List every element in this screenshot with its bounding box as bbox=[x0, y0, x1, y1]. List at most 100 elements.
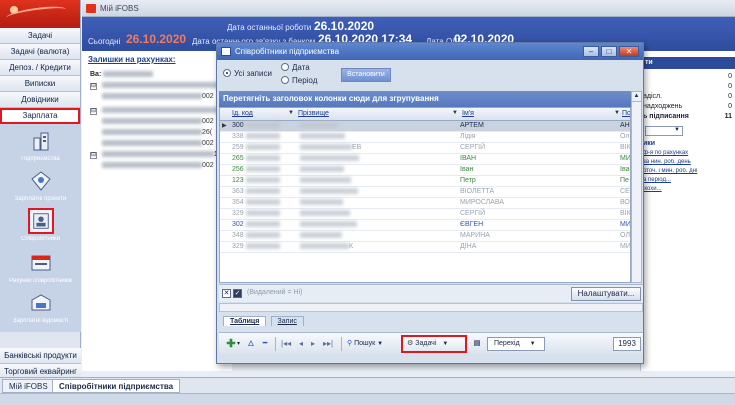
accounts-row[interactable]: 002 bbox=[102, 118, 214, 125]
taskbar-tab-my-ifobs[interactable]: Мій iFOBS bbox=[2, 379, 55, 393]
radio-period[interactable]: Період bbox=[281, 76, 317, 85]
table-row[interactable]: ▶ 300 АРТЕМ АН bbox=[220, 121, 630, 132]
accounts-row[interactable]: 002 bbox=[102, 162, 214, 169]
tree-expander[interactable]: ⊟ bbox=[90, 83, 97, 90]
maximize-button[interactable]: □ bbox=[601, 46, 617, 57]
report-link[interactable]: оточ. і мин. роб. дні bbox=[643, 168, 733, 174]
tab-record[interactable]: Запис bbox=[270, 316, 304, 326]
scroll-up-icon[interactable]: ▲ bbox=[632, 92, 641, 102]
table-row[interactable]: 265 ІВАН МИ bbox=[220, 154, 630, 165]
clear-filter-icon[interactable]: ✕ bbox=[222, 289, 231, 298]
report-link[interactable]: а період... bbox=[643, 177, 733, 183]
sort-arrow-icon[interactable]: ▼ bbox=[614, 110, 620, 116]
status-bar bbox=[0, 393, 735, 405]
module-label: Рахунки співробітників bbox=[9, 278, 72, 284]
accounts-row[interactable]: ⊟ 1 bbox=[90, 151, 218, 159]
grid-rows: ▶ 300 АРТЕМ АН 338 Лідія Ол 259 ЕВ СЕРГІЙ ВІК 265 ІВ… bbox=[220, 121, 630, 253]
sidebar-item-directories[interactable]: Довідники bbox=[0, 92, 80, 108]
filter-enabled-checkbox[interactable]: ✓ bbox=[233, 289, 242, 298]
tree-expander[interactable]: ⊟ bbox=[90, 108, 97, 115]
taskbar-tab-employees[interactable]: Співробітники підприємства bbox=[52, 379, 181, 393]
table-row[interactable]: 329 СЕРГІЙ ВІК bbox=[220, 209, 630, 220]
cell-id: 300 bbox=[232, 122, 280, 129]
table-row[interactable]: 363 ВІОЛЕТТА СЕ bbox=[220, 187, 630, 198]
sidebar-item-deposits-credits[interactable]: Депоз. / Кредити bbox=[0, 60, 80, 76]
module-salary-statements[interactable]: Зарплатні відомості bbox=[0, 292, 81, 324]
accounts-row[interactable]: 26( bbox=[102, 129, 212, 136]
accounts-panel: Залишки на рахунках: Ва: ⊟ 002 ⊟ 002 26(… bbox=[82, 51, 232, 371]
cell-surname bbox=[300, 210, 350, 217]
tasks-button[interactable]: ⚙ Задачі ▼ bbox=[401, 335, 467, 353]
account-number: 26( bbox=[202, 129, 213, 136]
cell-name: МАРИНА bbox=[460, 232, 490, 239]
sidebar-item-salary[interactable]: Зарплата bbox=[0, 108, 80, 124]
first-record-icon[interactable]: |◂◂ bbox=[281, 337, 291, 351]
group-by-area[interactable]: Перетягніть заголовок колонки сюди для з… bbox=[219, 91, 631, 107]
sidebar-item-statements[interactable]: Виписки bbox=[0, 76, 80, 92]
sidebar-item-tasks[interactable]: Задачі bbox=[0, 28, 80, 44]
chevron-down-icon: ▼ bbox=[529, 341, 536, 347]
module-employee-accounts[interactable]: Рахунки співробітників bbox=[0, 252, 81, 284]
table-row[interactable]: 259 ЕВ СЕРГІЙ ВІК bbox=[220, 143, 630, 154]
tree-expander[interactable]: ⊟ bbox=[90, 152, 97, 159]
module-salary-projects[interactable]: Зарплатні проекти bbox=[0, 170, 81, 202]
next-record-icon[interactable]: ▸ bbox=[311, 337, 315, 351]
close-button[interactable]: ✕ bbox=[619, 46, 639, 57]
grid-vertical-scrollbar[interactable]: ▲ bbox=[631, 91, 642, 283]
sidebar-item-bank-products[interactable]: Банківські продукти bbox=[0, 348, 81, 364]
delete-icon[interactable]: ━ bbox=[259, 337, 271, 351]
sidebar-item-tasks-currency[interactable]: Задачі (валюта) bbox=[0, 44, 80, 60]
module-employees[interactable]: Співробітники bbox=[0, 208, 81, 242]
column-header-patronymic[interactable]: По bbox=[622, 110, 630, 117]
table-row[interactable]: 123 Петр Пе bbox=[220, 176, 630, 187]
summary-select[interactable]: ▼ bbox=[645, 126, 683, 136]
accounts-title[interactable]: Залишки на рахунках: bbox=[88, 55, 176, 64]
search-button[interactable]: ⚲ Пошук ▼ bbox=[347, 337, 383, 351]
column-header-id[interactable]: Ід. код bbox=[232, 110, 253, 117]
radio-all-records[interactable]: Усі записи bbox=[223, 69, 272, 78]
accounts-row[interactable]: ⊟ bbox=[90, 82, 222, 90]
sort-arrow-icon[interactable]: ▼ bbox=[288, 110, 294, 116]
prev-record-icon[interactable]: ◂ bbox=[299, 337, 303, 351]
today-date: 26.10.2020 bbox=[126, 32, 187, 46]
window-title: Мій iFOBS bbox=[100, 4, 139, 13]
grid-horizontal-scrollbar[interactable] bbox=[219, 303, 643, 312]
radio-date[interactable]: Дата bbox=[281, 63, 310, 72]
report-link[interactable]: за нин. роб. день bbox=[643, 159, 733, 165]
cell-surname bbox=[300, 188, 358, 195]
module-enterprises[interactable]: Підприємства bbox=[0, 130, 81, 162]
settings-button[interactable]: Налаштувати... bbox=[571, 287, 641, 301]
radio-icon bbox=[281, 63, 289, 71]
table-row[interactable]: 354 МИРОСЛАВА ВО bbox=[220, 198, 630, 209]
table-row[interactable]: 256 Іван Іва bbox=[220, 165, 630, 176]
add-icon[interactable]: ✚ bbox=[225, 337, 237, 351]
cell-id: 363 bbox=[232, 188, 280, 195]
report-link[interactable]: ф-я по рахунках bbox=[643, 150, 733, 156]
tab-table[interactable]: Таблиця bbox=[223, 316, 267, 326]
sort-arrow-icon[interactable]: ▼ bbox=[452, 110, 458, 116]
table-row[interactable]: 348 МАРИНА ОЛ bbox=[220, 231, 630, 242]
cell-name: Іван bbox=[460, 166, 474, 173]
edit-icon[interactable]: △ bbox=[245, 337, 257, 351]
table-row[interactable]: 302 ЄВГЕН МИ bbox=[220, 220, 630, 231]
column-header-surname[interactable]: Прізвище bbox=[298, 110, 329, 117]
cell-name: ВІОЛЕТТА bbox=[460, 188, 495, 195]
export-icon[interactable]: ▤ bbox=[471, 337, 483, 351]
add-dropdown-icon[interactable]: ▾ bbox=[237, 337, 240, 351]
column-header-name[interactable]: Ім'я bbox=[462, 110, 474, 117]
accounts-row[interactable]: 002 bbox=[102, 93, 214, 100]
accounts-row[interactable]: 002 bbox=[102, 140, 214, 147]
accounts-row[interactable]: ⊟ bbox=[90, 107, 222, 115]
table-row[interactable]: 338 Лідія Ол bbox=[220, 132, 630, 143]
report-link[interactable]: ікохи... bbox=[643, 186, 733, 192]
last-record-icon[interactable]: ▸▸| bbox=[323, 337, 333, 351]
app-icon bbox=[86, 4, 96, 13]
dialog-titlebar[interactable]: Співробітники підприємства – □ ✕ bbox=[217, 43, 643, 60]
table-row[interactable]: 329 К ДІНА МИ bbox=[220, 242, 630, 253]
goto-button[interactable]: Перехід ▼ bbox=[487, 337, 545, 351]
links-head: ики bbox=[643, 140, 656, 147]
cell-id: 329 bbox=[232, 243, 280, 250]
minimize-button[interactable]: – bbox=[583, 46, 599, 57]
chevron-down-icon: ▼ bbox=[674, 127, 680, 133]
set-filter-button[interactable]: Встановити bbox=[341, 68, 391, 82]
